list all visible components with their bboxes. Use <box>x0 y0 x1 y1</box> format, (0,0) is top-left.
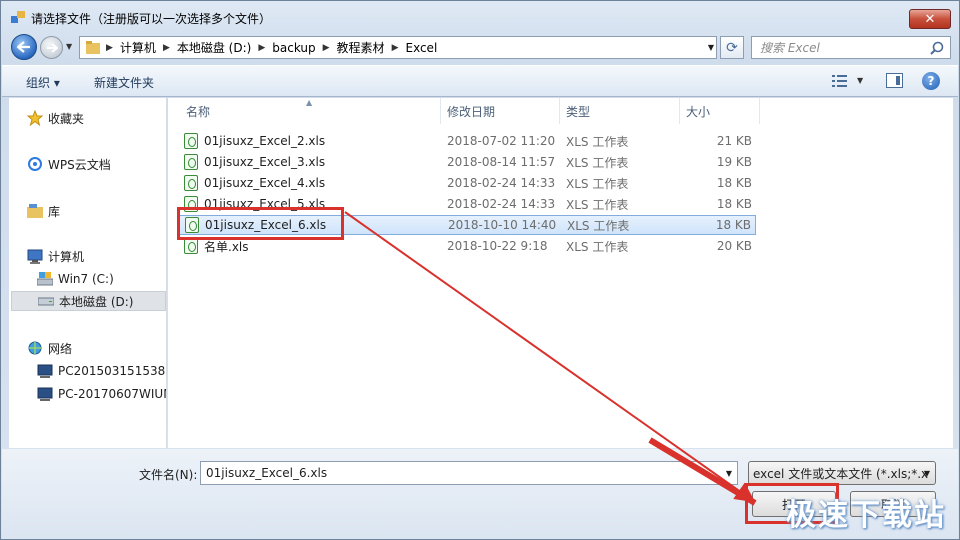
watermark: 极速下载站 <box>786 498 946 533</box>
annotation-arrow <box>344 211 757 506</box>
